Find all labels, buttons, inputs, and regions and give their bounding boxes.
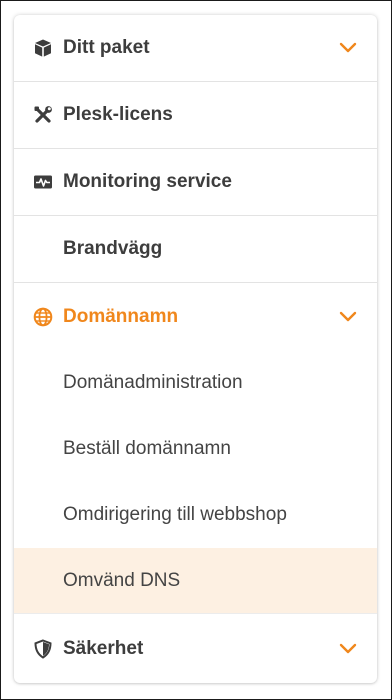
- tools-icon: [33, 105, 53, 125]
- menu-item-label: Säkerhet: [63, 637, 144, 659]
- menu-item-label: Ditt paket: [63, 37, 150, 58]
- menu-item-domannamn[interactable]: Domännamn: [14, 283, 377, 350]
- submenu-item-label: Domänadministration: [63, 372, 243, 393]
- menu-item-ditt-paket[interactable]: Ditt paket: [14, 15, 377, 82]
- menu-item-label: Plesk-licens: [63, 104, 173, 125]
- submenu-item-label: Omdirigering till webbshop: [63, 504, 287, 525]
- submenu-item-label: Omvänd DNS: [63, 569, 181, 591]
- menu-item-label: Domännamn: [63, 305, 179, 327]
- chevron-down-icon[interactable]: [338, 310, 358, 324]
- box-icon: [33, 38, 53, 58]
- globe-icon: [33, 307, 53, 327]
- menu-item-monitoring-service[interactable]: Monitoring service: [14, 149, 377, 216]
- menu-item-brandvagg[interactable]: Brandvägg: [14, 216, 377, 283]
- heartbeat-monitor-icon: [33, 172, 53, 192]
- submenu-item-label: Beställ domännamn: [63, 438, 231, 459]
- menu-item-label: Brandvägg: [63, 238, 163, 259]
- menu-item-plesk-licens[interactable]: Plesk-licens: [14, 82, 377, 149]
- sidebar-menu: Ditt paket Plesk-licens Monitoring servi…: [14, 15, 377, 683]
- shield-icon: [33, 638, 53, 659]
- submenu-item-omvand-dns[interactable]: Omvänd DNS: [14, 548, 377, 614]
- submenu-item-bestall-domannamn[interactable]: Beställ domännamn: [14, 416, 377, 482]
- menu-item-sakerhet[interactable]: Säkerhet: [14, 615, 377, 682]
- chevron-down-icon[interactable]: [338, 642, 358, 656]
- submenu-item-domanadministration[interactable]: Domänadministration: [14, 350, 377, 416]
- window-frame: Ditt paket Plesk-licens Monitoring servi…: [0, 0, 392, 700]
- chevron-down-icon[interactable]: [338, 41, 358, 55]
- submenu-item-omdirigering[interactable]: Omdirigering till webbshop: [14, 482, 377, 548]
- menu-item-label: Monitoring service: [63, 171, 232, 192]
